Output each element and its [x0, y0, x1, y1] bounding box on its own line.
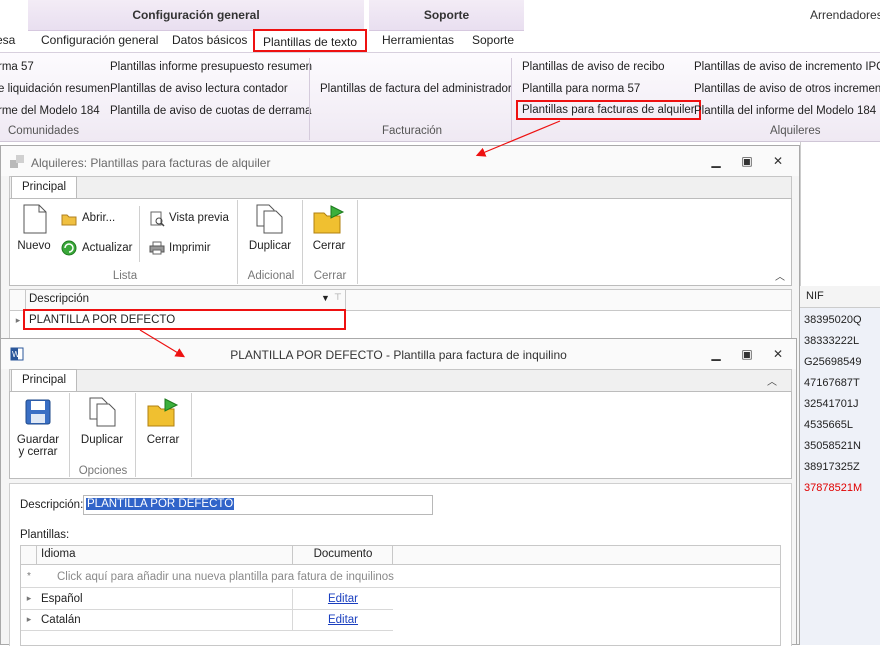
annotation-arrows: [139, 120, 561, 358]
